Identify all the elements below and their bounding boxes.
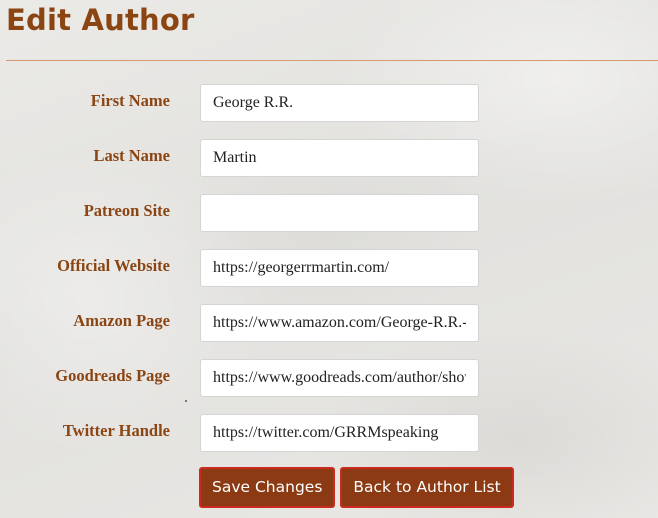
first-name-input[interactable] [200, 84, 479, 122]
twitter-handle-label: Twitter Handle [62, 421, 170, 440]
amazon-page-label: Amazon Page [73, 311, 170, 330]
edit-author-form: First Name Last Name Patreon Site Offici… [0, 84, 658, 469]
first-name-row: First Name [0, 84, 658, 122]
official-website-row: Official Website [0, 249, 658, 287]
save-changes-button[interactable]: Save Changes [199, 467, 336, 508]
twitter-handle-row: Twitter Handle [0, 414, 658, 452]
amazon-page-input[interactable] [200, 304, 479, 342]
last-name-row: Last Name [0, 139, 658, 177]
title-divider [6, 60, 658, 61]
official-website-input[interactable] [200, 249, 479, 287]
goodreads-page-label: Goodreads Page [55, 366, 170, 385]
back-to-author-list-button[interactable]: Back to Author List [340, 467, 514, 508]
goodreads-page-input[interactable] [200, 359, 479, 397]
page-title: Edit Author [6, 3, 195, 37]
first-name-label: First Name [90, 91, 170, 110]
patreon-site-label: Patreon Site [83, 201, 170, 220]
background-speck [185, 400, 187, 402]
amazon-page-row: Amazon Page [0, 304, 658, 342]
form-actions: Save Changes Back to Author List [199, 467, 514, 508]
last-name-input[interactable] [200, 139, 479, 177]
goodreads-page-row: Goodreads Page [0, 359, 658, 397]
patreon-site-row: Patreon Site [0, 194, 658, 232]
twitter-handle-input[interactable] [200, 414, 479, 452]
patreon-site-input[interactable] [200, 194, 479, 232]
official-website-label: Official Website [57, 256, 170, 275]
last-name-label: Last Name [93, 146, 170, 165]
